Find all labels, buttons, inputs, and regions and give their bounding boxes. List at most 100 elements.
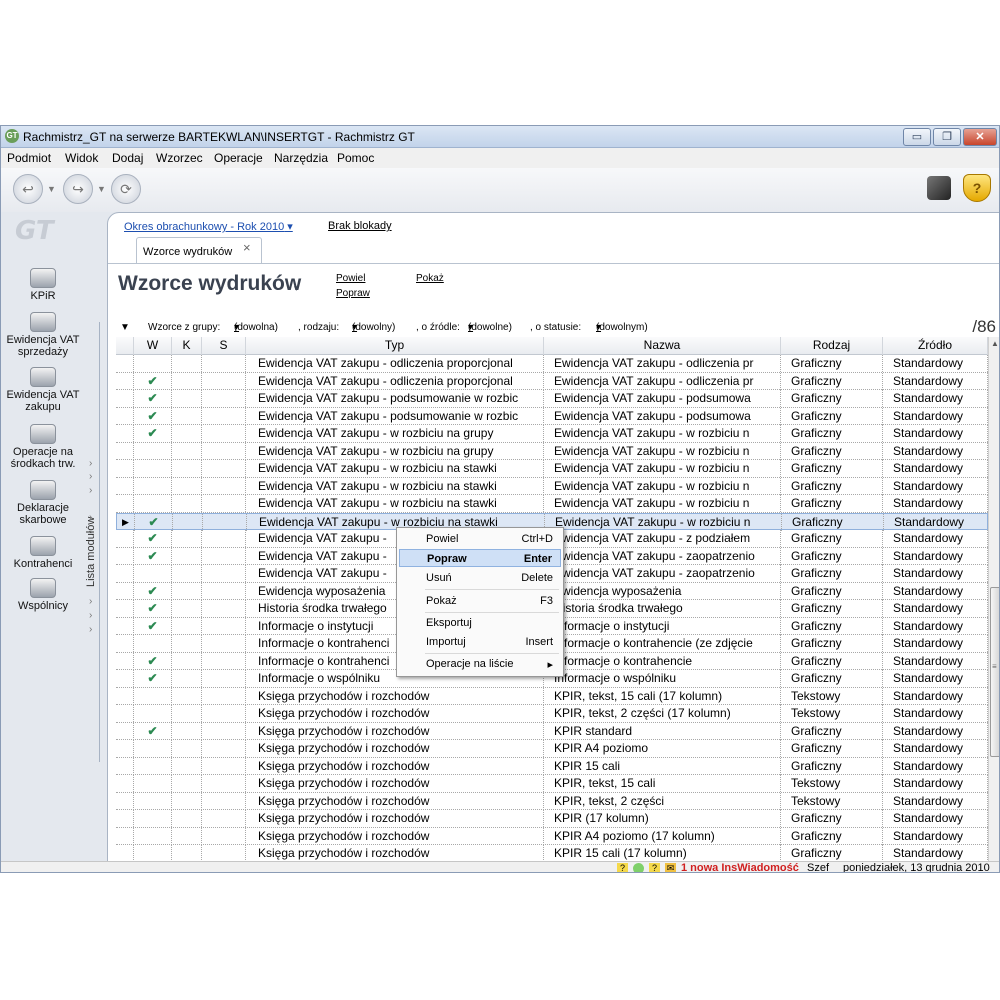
ctx-popraw[interactable]: Popraw Enter: [399, 549, 561, 567]
table-row[interactable]: Księga przychodów i rozchodów KPIR A4 poz…: [116, 740, 988, 758]
header-typ[interactable]: Typ: [246, 337, 544, 355]
table-row[interactable]: Księga przychodów i rozchodów KPIR A4 poz…: [116, 827, 988, 845]
cell-typ: Księga przychodów i rozchodów: [246, 775, 544, 792]
cube-icon[interactable]: [927, 176, 951, 200]
message-status[interactable]: 1 nowa InsWiadomość: [681, 862, 799, 872]
back-dropdown-icon[interactable]: ▼: [47, 184, 56, 194]
module-kontrahenci[interactable]: Kontrahenci: [1, 536, 85, 570]
chevron-right-icon[interactable]: ›: [89, 512, 92, 523]
chevron-right-icon[interactable]: ›: [89, 485, 92, 496]
lock-status-link[interactable]: Brak blokady: [328, 220, 392, 232]
module-vat-zakupu[interactable]: Ewidencja VAT zakupu: [1, 367, 85, 413]
table-row[interactable]: ✔ Ewidencja VAT zakupu - podsumowanie w r…: [116, 390, 988, 408]
header-s[interactable]: S: [202, 337, 246, 355]
cell-typ: Ewidencja VAT zakupu - odliczenia propor…: [246, 372, 544, 390]
page-title[interactable]: Wzorce wydruków: [118, 272, 301, 296]
ctx-pokaz[interactable]: Pokaż F3: [399, 592, 561, 610]
pokaz-link[interactable]: Pokaż: [416, 273, 444, 284]
header-zrodlo[interactable]: Źródło: [883, 337, 988, 355]
cell-nazwa: Ewidencja VAT zakupu - w rozbiciu n: [544, 460, 781, 477]
table-row[interactable]: Ewidencja VAT zakupu - w rozbiciu na gru…: [116, 442, 988, 460]
table-row[interactable]: Ewidencja VAT zakupu - w rozbiciu na sta…: [116, 460, 988, 478]
table-row[interactable]: Ewidencja VAT zakupu - w rozbiciu na sta…: [116, 477, 988, 495]
module-kpir[interactable]: KPiR: [1, 268, 85, 302]
module-vat-sprzedazy[interactable]: Ewidencja VAT sprzedaży: [1, 312, 85, 358]
table-row[interactable]: Księga przychodów i rozchodów KPIR 15 cal…: [116, 845, 988, 861]
table-row[interactable]: Księga przychodów i rozchodów KPIR, tekst…: [116, 687, 988, 705]
period-dropdown[interactable]: Okres obrachunkowy - Rok 2010 ▾: [124, 220, 293, 233]
ctx-usun[interactable]: Usuń Delete: [399, 569, 561, 587]
cell-w: ✔: [134, 670, 172, 687]
row-pointer: [116, 740, 134, 757]
help-shield-icon[interactable]: ?: [963, 174, 991, 202]
chevron-down-icon[interactable]: ▾: [294, 283, 299, 294]
powiel-link[interactable]: Powiel: [336, 273, 365, 284]
cell-s: [202, 407, 246, 425]
chevron-right-icon[interactable]: ›: [89, 471, 92, 482]
restore-button[interactable]: ❐: [933, 128, 961, 146]
module-srodki-trwale[interactable]: Operacje na środkach trw.: [1, 424, 85, 470]
chevron-right-icon[interactable]: ›: [89, 624, 92, 635]
refresh-icon[interactable]: ⟳: [111, 174, 141, 204]
header-rodzaj[interactable]: Rodzaj: [781, 337, 883, 355]
menu-wzorzec[interactable]: Wzorzec: [156, 151, 203, 165]
chevron-right-icon[interactable]: ›: [89, 458, 92, 469]
header-nazwa[interactable]: Nazwa: [544, 337, 781, 355]
cell-rodzaj: Graficzny: [781, 355, 883, 372]
table-row[interactable]: ✔ Ewidencja VAT zakupu - w rozbiciu na gr…: [116, 425, 988, 443]
cell-zrodlo: Standardowy: [883, 652, 988, 670]
menu-pomoc[interactable]: Pomoc: [337, 151, 374, 165]
close-icon[interactable]: ×: [243, 240, 251, 255]
message-icon[interactable]: ✉: [665, 863, 676, 872]
ctx-importuj[interactable]: Importuj Insert: [399, 633, 561, 651]
header-w[interactable]: W: [134, 337, 172, 355]
back-icon[interactable]: ↩: [13, 174, 43, 204]
module-deklaracje[interactable]: Deklaracje skarbowe: [1, 480, 85, 526]
ctx-operacje-na-liscie[interactable]: Operacje na liście ▸: [399, 655, 561, 673]
scroll-up-icon[interactable]: ▲: [991, 339, 999, 348]
minimize-button[interactable]: ▭: [903, 128, 931, 146]
popraw-link[interactable]: Popraw: [336, 288, 370, 299]
ctx-powiel[interactable]: Powiel Ctrl+D: [399, 530, 561, 548]
filter-source-dropdown[interactable]: (dowolne) ▾: [468, 322, 512, 333]
menu-dodaj[interactable]: Dodaj: [112, 151, 143, 165]
cell-s: [202, 547, 246, 565]
table-row[interactable]: Księga przychodów i rozchodów KPIR 15 cal…: [116, 757, 988, 775]
module-wspolnicy[interactable]: Wspólnicy: [1, 578, 85, 612]
table-row[interactable]: ✔ Ewidencja VAT zakupu - podsumowanie w r…: [116, 407, 988, 425]
table-row[interactable]: Księga przychodów i rozchodów KPIR (17 ko…: [116, 810, 988, 828]
cell-typ: Ewidencja VAT zakupu - w rozbiciu na sta…: [246, 460, 544, 477]
menu-narzedzia[interactable]: Narzędzia: [274, 151, 328, 165]
cell-s: [202, 477, 246, 495]
vertical-scrollbar[interactable]: ▲ ≡: [988, 337, 999, 861]
filter-kind-dropdown[interactable]: (dowolny) ▾: [352, 322, 395, 333]
table-row[interactable]: ✔ Księga przychodów i rozchodów KPIR stand…: [116, 722, 988, 740]
forward-icon[interactable]: ↪: [63, 174, 93, 204]
scroll-thumb[interactable]: [990, 587, 999, 757]
menu-operacje[interactable]: Operacje: [214, 151, 263, 165]
forward-dropdown-icon[interactable]: ▼: [97, 184, 106, 194]
table-row[interactable]: Ewidencja VAT zakupu - odliczenia propor…: [116, 355, 988, 373]
filter-status-dropdown[interactable]: (dowolnym) ▾: [596, 322, 648, 333]
table-row[interactable]: Księga przychodów i rozchodów KPIR, tekst…: [116, 775, 988, 793]
cell-w: [134, 635, 172, 652]
chevron-right-icon[interactable]: ›: [89, 596, 92, 607]
filter-toggle-icon[interactable]: ▼: [120, 322, 130, 333]
table-row[interactable]: Księga przychodów i rozchodów KPIR, tekst…: [116, 792, 988, 810]
cell-w: [134, 442, 172, 460]
title-bar[interactable]: GT Rachmistrz_GT na serwerze BARTEKWLAN\…: [1, 126, 999, 148]
help-icon[interactable]: ?: [617, 863, 628, 872]
cell-nazwa: Ewidencja wyposażenia: [544, 582, 781, 600]
tab-wzorce-wydrukow[interactable]: Wzorce wydruków ×: [136, 237, 262, 264]
chevron-right-icon[interactable]: ›: [89, 610, 92, 621]
menu-podmiot[interactable]: Podmiot: [7, 151, 51, 165]
menu-widok[interactable]: Widok: [65, 151, 98, 165]
header-k[interactable]: K: [172, 337, 202, 355]
ctx-eksportuj[interactable]: Eksportuj: [399, 614, 561, 632]
table-row[interactable]: ✔ Ewidencja VAT zakupu - odliczenia propo…: [116, 372, 988, 390]
filter-group-dropdown[interactable]: (dowolna) ▾: [234, 322, 278, 333]
table-row[interactable]: Księga przychodów i rozchodów KPIR, tekst…: [116, 705, 988, 723]
table-row[interactable]: Ewidencja VAT zakupu - w rozbiciu na sta…: [116, 495, 988, 513]
info-icon[interactable]: ?: [649, 863, 660, 872]
close-button[interactable]: ✕: [963, 128, 997, 146]
